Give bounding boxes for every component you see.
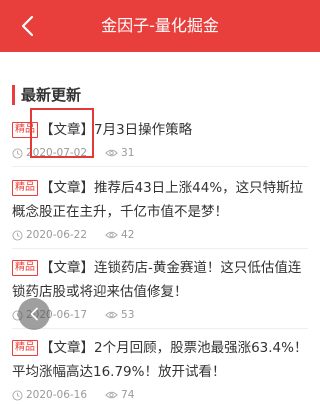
premium-badge: 精品 [12, 340, 38, 356]
article-views: 74 [121, 389, 135, 401]
eye-icon [105, 231, 118, 239]
chevron-left-icon [30, 307, 38, 321]
article-views: 31 [121, 147, 135, 159]
eye-icon [105, 391, 118, 399]
article-type: 【文章】 [40, 260, 94, 276]
article-list-panel: 最新更新 精品 【文章】7月3日操作策略 2020-07-02 31 精品 【文章】… [0, 52, 320, 404]
eye-icon [105, 311, 118, 319]
divider [12, 248, 308, 249]
article-title-line: 精品 【文章】2个月回顾，股票池最强涨63.4%！平均涨幅高达16.79%！放开试… [12, 336, 308, 384]
premium-badge: 精品 [12, 260, 38, 276]
article-title: 7月3日操作策略 [94, 122, 193, 138]
article-item[interactable]: 精品 【文章】2个月回顾，股票池最强涨63.4%！平均涨幅高达16.79%！放开试… [12, 336, 308, 403]
page-title: 金因子-量化掘金 [101, 16, 219, 35]
article-meta: 2020-06-16 74 [12, 387, 308, 403]
article-date: 2020-06-22 [26, 229, 88, 241]
article-views: 42 [121, 229, 135, 241]
article-item[interactable]: 精品 【文章】推荐后43日上涨44%，这只特斯拉概念股正在主升，千亿市值不是梦！ … [12, 176, 308, 243]
floating-back-button[interactable] [18, 298, 50, 330]
article-item[interactable]: 精品 【文章】连锁药店-黄金赛道！这只低估值连锁药店股或将迎来估值修复！ 2020… [12, 256, 308, 323]
article-type: 【文章】 [40, 340, 94, 356]
article-date: 2020-06-16 [26, 389, 88, 401]
divider [12, 328, 308, 329]
article-title-line: 精品 【文章】连锁药店-黄金赛道！这只低估值连锁药店股或将迎来估值修复！ [12, 256, 308, 304]
app-header: 金因子-量化掘金 [0, 0, 320, 52]
divider [12, 166, 308, 167]
clock-icon [12, 147, 23, 159]
article-meta: 2020-06-17 53 [12, 307, 308, 323]
premium-badge: 精品 [12, 180, 38, 196]
article-title-line: 精品 【文章】推荐后43日上涨44%，这只特斯拉概念股正在主升，千亿市值不是梦！ [12, 176, 308, 224]
section-title: 最新更新 [12, 85, 81, 105]
article-type: 【文章】 [40, 180, 94, 196]
clock-icon [12, 389, 23, 401]
highlight-annotation-box [30, 108, 94, 158]
article-views: 53 [121, 309, 135, 321]
clock-icon [12, 229, 23, 241]
eye-icon [105, 149, 118, 157]
article-meta: 2020-06-22 42 [12, 227, 308, 243]
